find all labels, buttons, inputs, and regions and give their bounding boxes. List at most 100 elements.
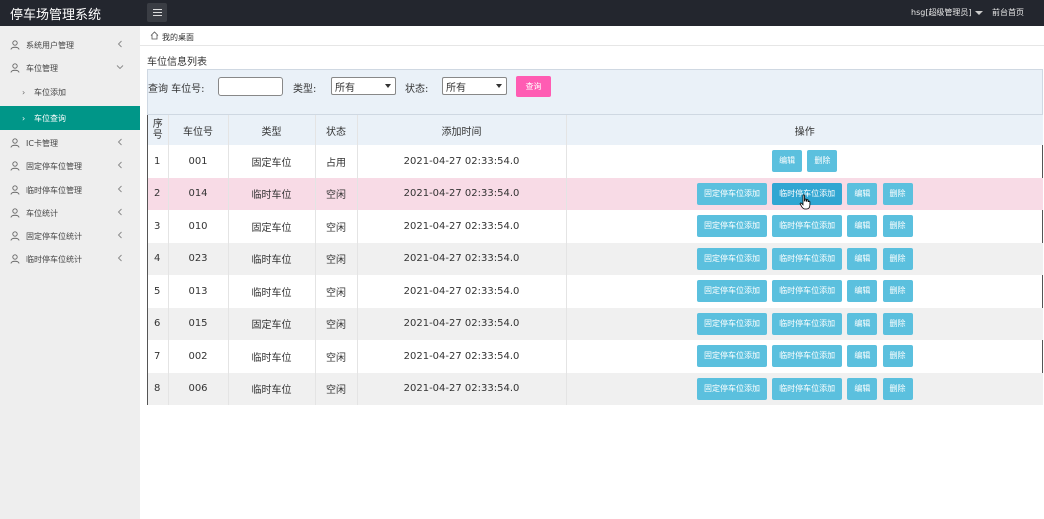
chevron-left-icon xyxy=(117,40,122,48)
sidebar-item-parking-management[interactable]: 车位管理 xyxy=(0,56,140,80)
delete-button[interactable]: 删除 xyxy=(882,312,913,335)
header-add-time: 添加时间 xyxy=(357,115,567,145)
sidebar-item-label: 车位查询 xyxy=(34,113,66,123)
fixed-space-add-button[interactable]: 固定停车位添加 xyxy=(696,280,767,303)
row-add-time: 2021-04-27 02:33:54.0 xyxy=(357,275,567,308)
temp-space-add-button[interactable]: 临时停车位添加 xyxy=(772,247,843,270)
delete-button[interactable]: 删除 xyxy=(882,182,913,205)
row-add-time: 2021-04-27 02:33:54.0 xyxy=(357,340,567,373)
chevron-left-icon xyxy=(117,231,122,239)
delete-button[interactable]: 删除 xyxy=(882,215,913,238)
row-actions: 固定停车位添加 临时停车位添加 编辑 删除 xyxy=(566,210,1043,243)
sidebar-item-ic-card[interactable]: IC卡管理 xyxy=(0,131,140,155)
person-icon xyxy=(10,231,20,241)
edit-button[interactable]: 编辑 xyxy=(772,150,803,173)
status-select[interactable]: 所有 xyxy=(442,77,507,95)
temp-space-add-button[interactable]: 临时停车位添加 xyxy=(772,215,843,238)
fixed-space-add-button[interactable]: 固定停车位添加 xyxy=(696,345,767,368)
parking-space-table: 序号 车位号 类型 状态 添加时间 操作 1 001 固定车位 占用 2021-… xyxy=(147,115,1043,405)
header-space-number: 车位号 xyxy=(168,115,229,145)
sidebar-item-label: IC卡管理 xyxy=(26,138,58,148)
delete-button[interactable]: 删除 xyxy=(807,150,838,173)
row-actions: 固定停车位添加 临时停车位添加 编辑 删除 xyxy=(566,275,1043,308)
edit-button[interactable]: 编辑 xyxy=(847,280,878,303)
status-label: 状态: xyxy=(405,84,429,95)
select-caret-icon xyxy=(496,84,502,88)
temp-space-add-button[interactable]: 临时停车位添加 xyxy=(772,345,843,368)
chevron-left-icon xyxy=(117,208,122,216)
breadcrumb: 我的桌面 xyxy=(140,26,1044,46)
person-icon xyxy=(10,185,20,195)
chevron-left-icon xyxy=(117,138,122,146)
table-row: 3 010 固定车位 空闲 2021-04-27 02:33:54.0 固定停车… xyxy=(148,210,1043,243)
row-add-time: 2021-04-27 02:33:54.0 xyxy=(357,210,567,243)
table-row: 5 013 临时车位 空闲 2021-04-27 02:33:54.0 固定停车… xyxy=(148,275,1043,308)
sidebar-item-label: 临时停车位管理 xyxy=(26,185,82,195)
person-icon xyxy=(10,138,20,148)
sidebar: 系统用户管理 车位管理 › 车位添加 › 车位查询 IC卡管理 固定停车位管理 … xyxy=(0,26,140,519)
fixed-space-add-button[interactable]: 固定停车位添加 xyxy=(696,377,767,400)
row-type: 固定车位 xyxy=(228,145,316,178)
header-index: 序号 xyxy=(148,115,169,145)
temp-space-add-button[interactable]: 临时停车位添加 xyxy=(772,312,843,335)
chevron-right-icon: › xyxy=(22,113,26,123)
filter-bar: 查询 车位号: 类型: 所有 状态: 所有 查询 xyxy=(147,69,1043,115)
delete-button[interactable]: 删除 xyxy=(882,247,913,270)
row-type: 临时车位 xyxy=(228,275,316,308)
table-row: 2 014 临时车位 空闲 2021-04-27 02:33:54.0 固定停车… xyxy=(148,177,1043,210)
temp-space-add-button[interactable]: 临时停车位添加 xyxy=(772,377,843,400)
sidebar-item-space-stats[interactable]: 车位统计 xyxy=(0,201,140,225)
search-button[interactable]: 查询 xyxy=(516,76,551,97)
row-add-time: 2021-04-27 02:33:54.0 xyxy=(357,242,567,275)
row-index: 7 xyxy=(148,340,169,373)
fixed-space-add-button[interactable]: 固定停车位添加 xyxy=(696,182,767,205)
row-status: 空闲 xyxy=(315,372,358,405)
sidebar-item-label: 固定停车位统计 xyxy=(26,231,82,241)
person-icon xyxy=(10,208,20,218)
delete-button[interactable]: 删除 xyxy=(882,345,913,368)
sidebar-item-space-add[interactable]: › 车位添加 xyxy=(0,80,140,104)
row-status: 空闲 xyxy=(315,242,358,275)
row-status: 空闲 xyxy=(315,210,358,243)
sidebar-item-temp-space-stats[interactable]: 临时停车位统计 xyxy=(0,247,140,271)
row-add-time: 2021-04-27 02:33:54.0 xyxy=(357,177,567,210)
sidebar-item-label: 固定停车位管理 xyxy=(26,161,82,171)
space-number-input[interactable] xyxy=(218,77,283,96)
sidebar-item-space-query[interactable]: › 车位查询 xyxy=(0,106,140,130)
sidebar-item-temp-space-management[interactable]: 临时停车位管理 xyxy=(0,178,140,202)
edit-button[interactable]: 编辑 xyxy=(847,377,878,400)
front-page-link[interactable]: 前台首页 xyxy=(992,7,1024,18)
row-index: 1 xyxy=(148,145,169,178)
fixed-space-add-button[interactable]: 固定停车位添加 xyxy=(696,247,767,270)
row-space-number: 015 xyxy=(168,307,229,340)
edit-button[interactable]: 编辑 xyxy=(847,182,878,205)
breadcrumb-desktop[interactable]: 我的桌面 xyxy=(162,32,194,43)
edit-button[interactable]: 编辑 xyxy=(847,312,878,335)
fixed-space-add-button[interactable]: 固定停车位添加 xyxy=(696,215,767,238)
delete-button[interactable]: 删除 xyxy=(882,377,913,400)
sidebar-item-label: 车位添加 xyxy=(34,87,66,97)
sidebar-item-label: 车位统计 xyxy=(26,208,58,218)
row-index: 4 xyxy=(148,242,169,275)
row-actions: 固定停车位添加 临时停车位添加 编辑 删除 xyxy=(566,373,1043,406)
edit-button[interactable]: 编辑 xyxy=(847,345,878,368)
row-actions: 固定停车位添加 临时停车位添加 编辑 删除 xyxy=(566,340,1043,373)
row-type: 临时车位 xyxy=(228,177,316,210)
row-index: 3 xyxy=(148,210,169,243)
fixed-space-add-button[interactable]: 固定停车位添加 xyxy=(696,312,767,335)
sidebar-item-system-users[interactable]: 系统用户管理 xyxy=(0,33,140,57)
menu-toggle-button[interactable] xyxy=(147,3,167,22)
table-row: 8 006 临时车位 空闲 2021-04-27 02:33:54.0 固定停车… xyxy=(148,372,1043,406)
row-space-number: 023 xyxy=(168,242,229,275)
temp-space-add-button[interactable]: 临时停车位添加 xyxy=(772,280,843,303)
delete-button[interactable]: 删除 xyxy=(882,280,913,303)
person-icon xyxy=(10,40,20,50)
edit-button[interactable]: 编辑 xyxy=(847,215,878,238)
row-space-number: 010 xyxy=(168,210,229,243)
type-select[interactable]: 所有 xyxy=(331,77,396,95)
sidebar-item-fixed-space-management[interactable]: 固定停车位管理 xyxy=(0,154,140,178)
row-type: 临时车位 xyxy=(228,340,316,373)
sidebar-item-fixed-space-stats[interactable]: 固定停车位统计 xyxy=(0,224,140,248)
edit-button[interactable]: 编辑 xyxy=(847,247,878,270)
user-menu[interactable]: hsg[超级管理员] xyxy=(911,7,983,18)
